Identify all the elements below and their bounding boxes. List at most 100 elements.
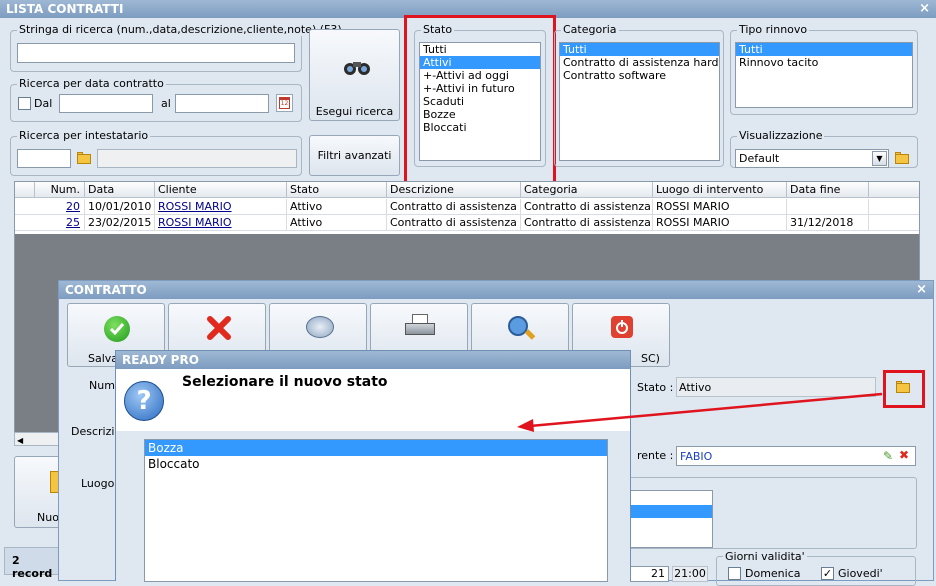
visualizzazione-folder-icon[interactable] — [893, 149, 911, 167]
checkmark-icon — [104, 316, 130, 342]
table-row[interactable]: 20 10/01/2010 ROSSI MARIO Attivo Contratto d… — [15, 199, 919, 215]
categoria-item[interactable]: Tutti — [560, 43, 719, 56]
giorni-label: Giorni validita' — [723, 550, 807, 563]
tipo-rinnovo-label: Tipo rinnovo — [737, 23, 810, 36]
column-header[interactable]: Data fine — [787, 182, 869, 198]
categoria-group: Categoria Tutti Contratto di assistenza h… — [554, 23, 724, 167]
new-state-option[interactable]: Bloccato — [145, 456, 607, 472]
table-cell-num[interactable]: 25 — [35, 215, 85, 231]
stato-field-label: Stato : — [637, 381, 674, 394]
calendar-icon[interactable]: 12 — [276, 94, 293, 112]
table-cell-descrizione: Contratto di assistenza ... — [387, 199, 521, 215]
table-cell-descrizione: Contratto di assistenza ... — [387, 215, 521, 231]
table-cell-cliente[interactable]: ROSSI MARIO — [155, 199, 287, 215]
tipo-rinnovo-group: Tipo rinnovo Tutti Rinnovo tacito — [730, 23, 918, 115]
tipo-rinnovo-item[interactable]: Tutti — [736, 43, 912, 56]
stato-folder-highlight — [883, 370, 925, 408]
search-input[interactable] — [17, 43, 295, 63]
compass-icon — [306, 316, 334, 338]
column-header[interactable]: Stato — [287, 182, 387, 198]
owner-folder-icon[interactable] — [75, 149, 93, 167]
new-state-list[interactable]: Bozza Bloccato — [144, 439, 608, 582]
dialog-body: Bozza Bloccato — [116, 431, 630, 582]
visualizzazione-value: Default — [739, 152, 780, 165]
column-header[interactable]: Cliente — [155, 182, 287, 198]
domenica-checkbox[interactable] — [728, 567, 741, 580]
visualizzazione-label: Visualizzazione — [737, 129, 825, 142]
column-header[interactable]: Descrizione — [387, 182, 521, 198]
contratto-title: CONTRATTO — [65, 283, 147, 297]
date-search-label: Ricerca per data contratto — [17, 77, 166, 90]
column-header[interactable]: Luogo di intervento — [653, 182, 787, 198]
advanced-filters-button[interactable]: Filtri avanzati — [309, 135, 400, 176]
column-header[interactable]: Categoria — [521, 182, 653, 198]
search-button[interactable]: Esegui ricerca — [309, 29, 400, 121]
chevron-down-icon[interactable]: ▼ — [872, 151, 887, 166]
giovedi-checkbox[interactable]: ✓ — [821, 567, 834, 580]
tipo-rinnovo-item[interactable]: Rinnovo tacito — [736, 56, 912, 69]
table-cell-data: 23/02/2015 — [85, 215, 155, 231]
magnifier-icon — [506, 314, 536, 340]
column-header[interactable]: Num. — [35, 182, 85, 198]
table-cell-luogo: ROSSI MARIO — [653, 199, 787, 215]
column-header-filler — [869, 182, 919, 198]
owner-search-group: Ricerca per intestatario — [10, 129, 302, 176]
dal-checkbox[interactable] — [18, 97, 31, 110]
categoria-item[interactable]: Contratto software — [560, 69, 719, 82]
categoria-list[interactable]: TuttiContratto di assistenza hardwareCon… — [559, 42, 720, 161]
ready-pro-dialog: READY PRO ? Selezionare il nuovo stato B… — [115, 350, 631, 582]
new-state-option[interactable]: Bozza — [145, 440, 607, 456]
categoria-label: Categoria — [561, 23, 619, 36]
record-count: 2 record — [4, 547, 64, 580]
right-list[interactable] — [619, 490, 713, 548]
date-to-input[interactable] — [175, 94, 269, 113]
date-from-input[interactable] — [59, 94, 153, 113]
main-window-title: LISTA CONTRATTI — [6, 2, 124, 16]
table-cell-data_fine: 31/12/2018 — [787, 215, 869, 231]
descrizione-label: Descrizi — [71, 425, 115, 438]
domenica-label: Domenica — [745, 567, 801, 580]
table-cell-data: 10/01/2010 — [85, 199, 155, 215]
referente-value: FABIO — [680, 450, 713, 463]
grid-corner — [15, 182, 35, 198]
time-field[interactable]: 21:00 — [672, 566, 708, 582]
table-cell-stato: Attivo — [287, 215, 387, 231]
giovedi-label: Giovedi' — [838, 567, 883, 580]
power-icon — [611, 316, 633, 338]
categoria-item[interactable]: Contratto di assistenza hardware — [560, 56, 719, 69]
referente-field[interactable]: FABIO ✎ ✖ — [676, 446, 916, 466]
table-cell-num[interactable]: 20 — [35, 199, 85, 215]
dialog-message: Selezionare il nuovo stato — [182, 374, 388, 390]
table-cell-cliente[interactable]: ROSSI MARIO — [155, 215, 287, 231]
horizontal-scrollbar[interactable]: ◀ — [14, 432, 60, 446]
delete-x-icon — [205, 314, 233, 345]
table-row[interactable]: 25 23/02/2015 ROSSI MARIO Attivo Contratto d… — [15, 215, 919, 231]
dal-label: Dal — [34, 97, 53, 110]
contratto-close-icon[interactable]: × — [916, 281, 927, 299]
table-cell-categoria: Contratto di assistenza ... — [521, 215, 653, 231]
table-cell-categoria: Contratto di assistenza ... — [521, 199, 653, 215]
search-button-label: Esegui ricerca — [315, 105, 394, 118]
printer-icon — [405, 314, 435, 340]
owner-code-input[interactable] — [17, 149, 71, 168]
search-label: Stringa di ricerca (num.,data,descrizion… — [17, 23, 344, 36]
main-close-icon[interactable]: × — [919, 0, 930, 18]
search-group: Stringa di ricerca (num.,data,descrizion… — [10, 23, 344, 72]
luogo-label: Luogo — [81, 477, 115, 490]
exit-label: SC) — [641, 352, 660, 365]
table-cell-stato: Attivo — [287, 199, 387, 215]
question-icon: ? — [124, 381, 164, 421]
stato-highlight — [404, 15, 556, 187]
tipo-rinnovo-list[interactable]: Tutti Rinnovo tacito — [735, 42, 913, 108]
visualizzazione-select[interactable]: Default ▼ — [735, 149, 889, 168]
edit-pencil-icon[interactable]: ✎ — [883, 449, 893, 463]
date-search-group: Ricerca per data contratto Dal al 12 — [10, 77, 302, 122]
save-label: Salva — [88, 352, 119, 365]
contratto-title-bar: CONTRATTO × — [59, 281, 933, 299]
owner-name-display — [97, 149, 297, 168]
column-header[interactable]: Data — [85, 182, 155, 198]
new-contract-button[interactable]: Nuov — [14, 456, 65, 528]
giorni-group: Giorni validita' Domenica ✓ Giovedi' — [716, 550, 916, 586]
clear-x-icon[interactable]: ✖ — [899, 448, 909, 462]
owner-search-label: Ricerca per intestatario — [17, 129, 151, 142]
